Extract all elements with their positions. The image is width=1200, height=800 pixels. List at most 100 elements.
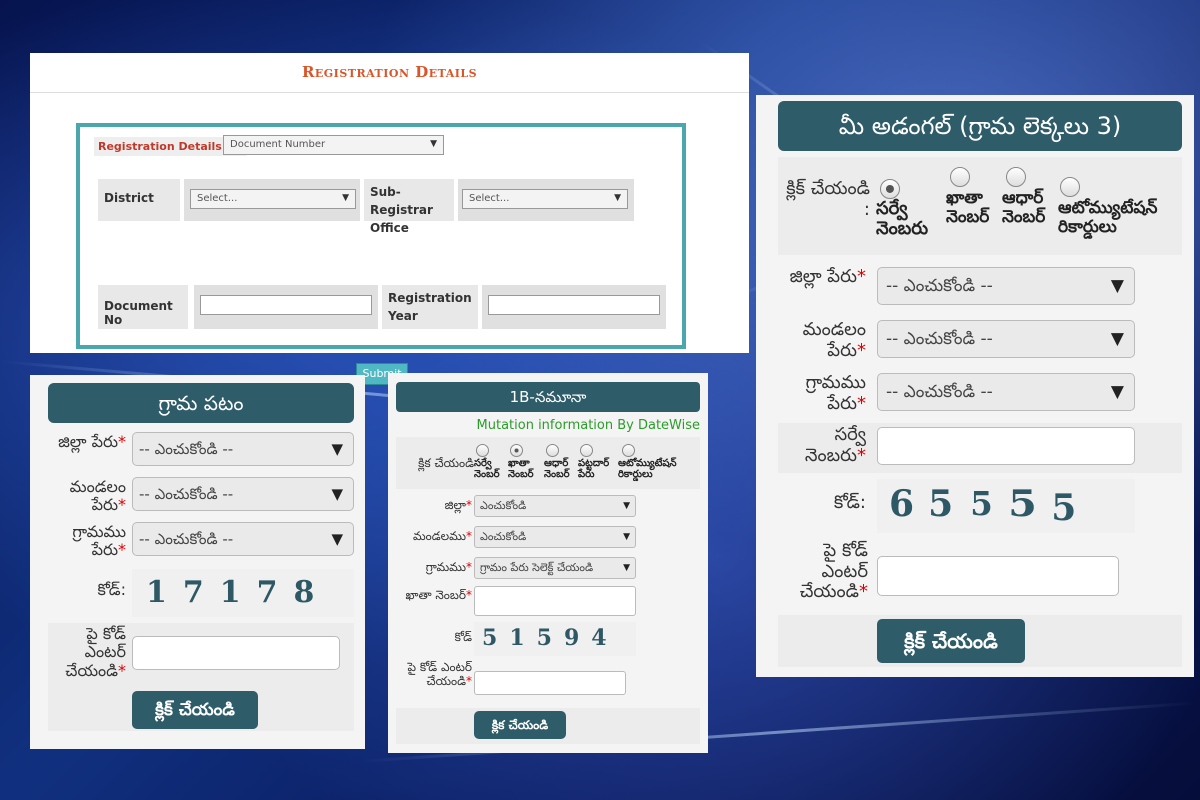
captcha-char: 4 — [591, 625, 607, 651]
b1-khata-label: ఖాతా నెంబర్* — [396, 588, 472, 603]
captcha-char: 6 — [889, 483, 915, 525]
gp-code-label: కోడ్: — [97, 580, 126, 599]
b1-village-select[interactable]: గ్రామం పేరు సెలెక్ట్ చేయండి ▼ — [474, 557, 636, 579]
adangal-enter-code-input[interactable] — [877, 556, 1119, 596]
captcha-char: 9 — [563, 625, 580, 651]
adangal-survey-label: సర్వే నెంబరు* — [778, 424, 866, 466]
b1-mandal-label: మండలము* — [396, 529, 472, 544]
radio-auto-mutation-label: ఆటోమ్యుటేషన్ రికార్డులు — [1058, 198, 1158, 237]
b1-village-label: గ్రామము* — [396, 560, 472, 575]
sro-label: Sub-Registrar Office — [370, 185, 433, 235]
mee-adangal-panel: మీ అడంగల్ (గ్రామ లెక్కలు 3) క్లిక్ చేయండ… — [756, 95, 1194, 677]
radio-auto-mutation[interactable] — [1060, 177, 1080, 197]
document-number-input[interactable] — [200, 295, 372, 315]
radio-b1-pattadar-label: పట్టదార్ పేరు — [578, 458, 610, 480]
radio-b1-aadhar[interactable] — [546, 444, 559, 457]
b1-enter-code-label: పై కోడ్ ఎంటర్ చేయండి* — [396, 660, 472, 689]
dropdown-arrow-icon: ▼ — [1110, 382, 1124, 402]
b1-khata-label-text: ఖాతా నెంబర్ — [405, 588, 466, 602]
captcha-char: 5 — [482, 625, 498, 651]
gp-district-label: జిల్లా పేరు* — [44, 432, 126, 451]
b1-submit-button[interactable]: క్లిక చేయండి — [474, 711, 566, 739]
required-mark: * — [857, 339, 866, 361]
district-select[interactable]: Select... ▼ — [190, 189, 356, 209]
dropdown-arrow-icon: ▼ — [331, 440, 343, 458]
required-mark: * — [466, 673, 472, 688]
captcha-char: 5 — [1051, 487, 1077, 529]
divider — [30, 92, 749, 93]
gp-enter-code-input[interactable] — [132, 636, 340, 670]
gp-mandal-select[interactable]: -- ఎంచుకోండి -- ▼ — [132, 477, 354, 511]
b1-mandal-select-value: ఎంచుకోండి — [480, 530, 527, 543]
dropdown-arrow-icon: ▼ — [430, 139, 437, 149]
gp-district-select[interactable]: -- ఎంచుకోండి -- ▼ — [132, 432, 354, 466]
captcha-char: 1 — [509, 625, 525, 651]
gp-district-select-value: -- ఎంచుకోండి -- — [139, 440, 234, 458]
gp-village-select[interactable]: -- ఎంచుకోండి -- ▼ — [132, 522, 354, 556]
b1-click-label: క్లిక చేయండి — [418, 456, 474, 470]
gp-mandal-label: మండలం పేరు* — [44, 477, 126, 515]
radio-b1-khata[interactable] — [510, 444, 523, 457]
dropdown-arrow-icon: ▼ — [342, 193, 349, 203]
adangal-village-select[interactable]: -- ఎంచుకోండి -- ▼ — [877, 373, 1135, 411]
radio-aadhar-number[interactable] — [1006, 167, 1026, 187]
required-mark: * — [118, 660, 126, 680]
grama-patam-panel: గ్రామ పటం జిల్లా పేరు* -- ఎంచుకోండి -- ▼… — [30, 375, 365, 749]
adangal-mandal-label: మండలం పేరు* — [778, 319, 866, 361]
b1-mandal-select[interactable]: ఎంచుకోండి ▼ — [474, 526, 636, 548]
click-label: క్లిక్ చేయండి : — [786, 178, 870, 220]
registration-details-panel: Registration Details Registration Detail… — [30, 53, 749, 385]
adangal-district-label: జిల్లా పేరు* — [778, 266, 866, 288]
radio-survey-number-label: సర్వే నెంబరు — [876, 198, 929, 239]
mutation-datewise-link[interactable]: Mutation information By DateWise — [477, 418, 700, 433]
b1-enter-code-input[interactable] — [474, 671, 626, 695]
required-mark: * — [118, 432, 126, 451]
b1-village-select-value: గ్రామం పేరు సెలెక్ట్ చేయండి — [480, 561, 594, 574]
radio-b1-pattadar[interactable] — [580, 444, 593, 457]
district-select-value: Select... — [197, 193, 238, 204]
adangal-village-label: గ్రామము పేరు* — [778, 372, 866, 414]
survey-number-input[interactable] — [877, 427, 1135, 465]
adangal-district-select-value: -- ఎంచుకోండి -- — [886, 276, 993, 296]
dropdown-arrow-icon: ▼ — [1110, 329, 1124, 349]
required-mark: * — [118, 495, 126, 515]
b1-district-select[interactable]: ఎంచుకోండి ▼ — [474, 495, 636, 517]
captcha-char: 1 — [146, 575, 167, 610]
gp-village-select-value: -- ఎంచుకోండి -- — [139, 530, 234, 548]
dropdown-arrow-icon: ▼ — [331, 485, 343, 503]
sro-select[interactable]: Select... ▼ — [462, 189, 628, 209]
adangal-district-label-text: జిల్లా పేరు — [789, 266, 857, 287]
required-mark: * — [466, 529, 472, 543]
captcha-char: 7 — [256, 575, 278, 610]
radio-survey-number[interactable] — [880, 179, 900, 199]
radio-aadhar-number-label: ఆధార్ నెంబర్ — [1002, 188, 1046, 227]
radio-khata-number[interactable] — [950, 167, 970, 187]
dropdown-arrow-icon: ▼ — [623, 501, 630, 511]
gp-submit-button[interactable]: క్లిక్ చేయండి — [132, 691, 258, 729]
registration-year-input[interactable] — [488, 295, 660, 315]
b1-district-label-text: జిల్లా — [444, 498, 466, 512]
gp-mandal-select-value: -- ఎంచుకోండి -- — [139, 485, 234, 503]
adangal-captcha-image: 65555 — [877, 479, 1135, 533]
radio-b1-auto-mutation[interactable] — [622, 444, 635, 457]
b1-mandal-label-text: మండలము — [412, 529, 466, 543]
adangal-enter-code-label: పై కోడ్ ఎంటర్ చేయండి* — [778, 540, 868, 603]
radio-b1-survey[interactable] — [476, 444, 489, 457]
adangal-district-select[interactable]: -- ఎంచుకోండి -- ▼ — [877, 267, 1135, 305]
required-mark: * — [857, 444, 866, 466]
radio-khata-number-label: ఖాతా నెంబర్ — [946, 188, 990, 227]
b1-khata-input[interactable] — [474, 586, 636, 616]
required-mark: * — [857, 266, 866, 287]
dropdown-arrow-icon: ▼ — [623, 563, 630, 573]
dropdown-arrow-icon: ▼ — [614, 193, 621, 203]
gp-district-label-text: జిల్లా పేరు — [58, 432, 118, 451]
district-label: District — [104, 191, 154, 205]
details-of-select[interactable]: Document Number ▼ — [223, 135, 444, 155]
docno-label: Document No — [104, 299, 173, 327]
adangal-mandal-select[interactable]: -- ఎంచుకోండి -- ▼ — [877, 320, 1135, 358]
adangal-header: మీ అడంగల్ (గ్రామ లెక్కలు 3) — [778, 101, 1182, 151]
adangal-submit-button[interactable]: క్లిక్ చేయండి — [877, 619, 1025, 663]
gp-village-label: గ్రామము పేరు* — [44, 522, 126, 560]
registration-title: Registration Details — [301, 63, 478, 81]
one-b-namuna-panel: 1B-నమూనా Mutation information By DateWis… — [388, 373, 708, 753]
